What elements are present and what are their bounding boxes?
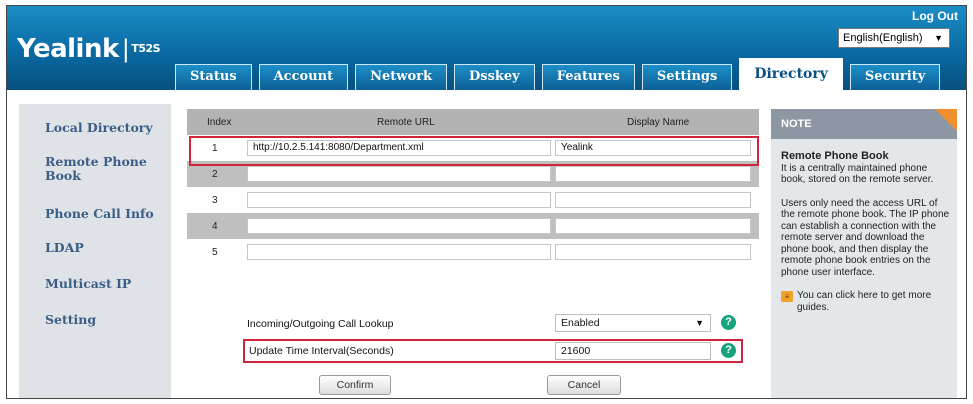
call-lookup-label: Incoming/Outgoing Call Lookup [247,318,394,330]
note-corner-icon [935,109,957,131]
tab-dsskey[interactable]: Dsskey [453,64,535,90]
model-name: T52S [131,42,161,55]
table-row: 3 [187,187,759,213]
tab-settings[interactable]: Settings [641,64,733,90]
tab-account[interactable]: Account [258,64,349,90]
tab-status[interactable]: Status [175,64,252,90]
logout-link[interactable]: Log Out [912,9,958,23]
guide-icon: ≡ [781,291,793,302]
highlight-row-1 [189,136,759,166]
remote-url-input[interactable] [247,192,551,208]
update-interval-label: Update Time Interval(Seconds) [249,345,394,357]
display-name-input[interactable] [555,218,751,234]
note-title: NOTE [781,118,812,130]
note-header: NOTE [771,109,957,139]
table-row: 5 [187,239,759,265]
brand-name: Yealink [17,34,119,64]
remote-phonebook-table: Index Remote URL Display Name 1 http://1… [187,109,759,265]
table-header: Index Remote URL Display Name [187,109,759,135]
note-section-text: It is a centrally maintained phone book,… [781,162,934,186]
tab-network[interactable]: Network [355,64,447,90]
language-value: English(English) [843,32,923,44]
header-index: Index [207,117,232,128]
cancel-button[interactable]: Cancel [547,375,621,395]
remote-url-input[interactable] [247,244,551,260]
note-body: Remote Phone Book It is a centrally main… [771,139,957,313]
help-icon[interactable]: ? [721,343,736,358]
update-interval-input[interactable]: 21600 [555,342,711,360]
header-display-name: Display Name [627,117,690,128]
guide-text: You can click here to get more guides. [797,290,932,313]
sidebar-item-phone-call-info[interactable]: Phone Call Info [45,207,154,221]
web-ui-frame: Yealink | T52S Log Out English(English) ▼ S… [6,5,967,399]
chevron-down-icon: ▼ [934,33,943,43]
tab-directory[interactable]: Directory [739,58,843,90]
row-index: 5 [212,247,218,258]
table-row: 4 [187,213,759,239]
help-icon[interactable]: ? [721,315,736,330]
call-lookup-select[interactable]: Enabled ▼ [555,314,711,332]
note-panel: NOTE Remote Phone Book It is a centrally… [771,109,957,398]
remote-url-input[interactable] [247,166,551,182]
chevron-down-icon: ▼ [695,318,704,328]
language-select[interactable]: English(English) ▼ [838,28,950,48]
tab-features[interactable]: Features [541,64,635,90]
sidebar-item-multicast-ip[interactable]: Multicast IP [45,277,131,291]
header-remote-url: Remote URL [377,117,435,128]
display-name-input[interactable] [555,244,751,260]
display-name-input[interactable] [555,192,751,208]
brand-logo: Yealink | T52S [17,34,161,64]
sidebar-item-remote-phone-book[interactable]: Remote Phone Book [45,155,155,183]
remote-url-input[interactable] [247,218,551,234]
call-lookup-value: Enabled [561,317,600,329]
main-tabs: Status Account Network Dsskey Features S… [175,58,947,90]
row-index: 4 [212,221,218,232]
note-section-title: Remote Phone Book [781,150,889,162]
note-paragraph: Users only need the access URL of the re… [781,197,950,278]
sidebar-item-setting[interactable]: Setting [45,313,96,327]
guide-link[interactable]: ≡ You can click here to get more guides. [781,290,951,313]
brand-separator: | [121,35,130,63]
header-bar: Yealink | T52S Log Out English(English) ▼ S… [7,6,966,90]
sidebar: Local Directory Remote Phone Book Phone … [19,104,171,398]
display-name-input[interactable] [555,166,751,182]
sidebar-item-ldap[interactable]: LDAP [45,241,84,255]
sidebar-item-local-directory[interactable]: Local Directory [45,121,153,135]
row-index: 2 [212,169,218,180]
confirm-button[interactable]: Confirm [319,375,391,395]
row-index: 3 [212,195,218,206]
tab-security[interactable]: Security [849,64,941,90]
